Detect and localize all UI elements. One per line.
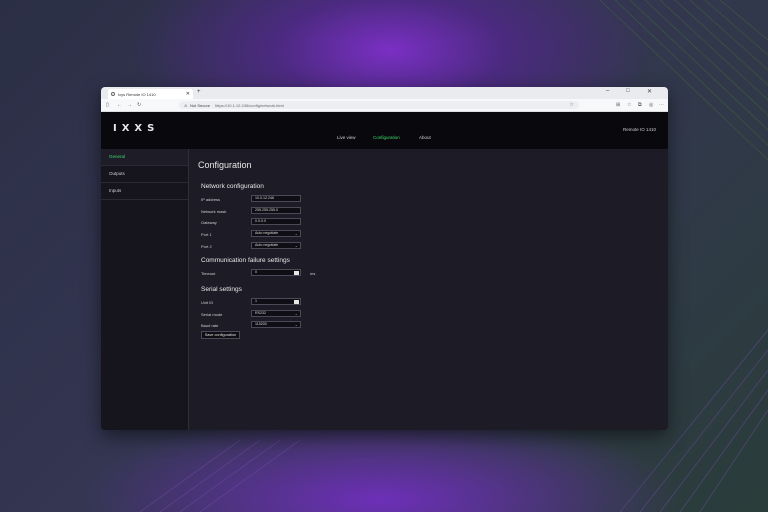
- gateway-label: Gateway: [201, 220, 217, 225]
- logo: IXXS: [113, 123, 160, 134]
- browser-tab[interactable]: Ixys Remote IO 1410 ✕: [108, 89, 193, 99]
- network-mask-label: Network mask: [201, 209, 227, 214]
- spinner-icon[interactable]: [294, 271, 299, 275]
- gateway-input[interactable]: 0.0.0.0: [251, 218, 301, 225]
- serial-mode-select[interactable]: RS232 ⌄: [251, 310, 301, 317]
- nav-live-view[interactable]: Live view: [337, 135, 356, 140]
- timeout-input[interactable]: 0: [251, 269, 301, 276]
- port2-label: Port 2: [201, 244, 212, 249]
- comm-failure-heading: Communication failure settings: [201, 257, 290, 264]
- timeout-label: Timeout: [201, 271, 216, 276]
- warning-icon: ⚠: [184, 103, 188, 108]
- port2-value: Auto negotiate: [255, 243, 279, 247]
- nav-about[interactable]: About: [419, 135, 431, 140]
- page-title: Configuration: [198, 160, 252, 170]
- timeout-unit: ms: [310, 271, 316, 276]
- close-tab-icon[interactable]: ✕: [186, 91, 190, 97]
- tab-title: Ixys Remote IO 1410: [118, 92, 156, 97]
- baud-rate-label: Baud rate: [201, 323, 219, 328]
- chevron-down-icon: ⌄: [294, 231, 298, 236]
- collections-icon[interactable]: ⧉: [638, 102, 642, 108]
- browser-window: Ixys Remote IO 1410 ✕ + – □ ✕ ▯ ← → ↻ ⚠ …: [101, 87, 668, 430]
- port1-select[interactable]: Auto negotiate ⌄: [251, 230, 301, 237]
- url-text: https://10.1.12.245/config/network.html: [215, 103, 284, 108]
- minimize-icon[interactable]: –: [606, 88, 609, 94]
- sidebar: General Outputs Inputs: [101, 149, 189, 430]
- nav-configuration[interactable]: Configuration: [373, 135, 400, 140]
- save-configuration-button[interactable]: Save configuration: [201, 331, 240, 339]
- network-heading: Network configuration: [201, 183, 264, 190]
- spinner-icon[interactable]: [294, 300, 299, 304]
- address-bar: ▯ ← → ↻ ⚠ Not Secure https://10.1.12.245…: [101, 99, 668, 112]
- device-id: Remote IO 1410: [622, 127, 656, 132]
- timeout-value: 0: [255, 270, 257, 274]
- network-mask-input[interactable]: 255.255.255.0: [251, 207, 301, 214]
- close-window-icon[interactable]: ✕: [647, 88, 652, 95]
- profile-icon[interactable]: ◎: [649, 102, 653, 108]
- chevron-down-icon: ⌄: [294, 243, 298, 248]
- star-icon[interactable]: ☆: [570, 102, 574, 108]
- ip-label: IP address: [201, 197, 221, 202]
- chevron-down-icon: ⌄: [294, 322, 298, 327]
- main-content: Configuration Network configuration IP a…: [189, 149, 668, 430]
- extensions-icon[interactable]: ⊞: [616, 102, 620, 108]
- url-field[interactable]: ⚠ Not Secure https://10.1.12.245/config/…: [179, 101, 579, 109]
- baud-rate-value: 115200: [255, 322, 267, 326]
- serial-mode-value: RS232: [255, 311, 266, 315]
- new-tab-icon[interactable]: +: [197, 89, 201, 95]
- security-label: Not Secure: [190, 103, 211, 108]
- reload-icon[interactable]: ↻: [137, 102, 141, 108]
- sidebar-toggle-icon[interactable]: ▯: [106, 102, 109, 108]
- back-icon[interactable]: ←: [117, 102, 122, 108]
- serial-heading: Serial settings: [201, 286, 242, 293]
- chevron-down-icon: ⌄: [294, 311, 298, 316]
- sidebar-item-general[interactable]: General: [101, 149, 188, 166]
- port1-label: Port 1: [201, 232, 212, 237]
- unit-id-value: 1: [255, 299, 257, 303]
- serial-mode-label: Serial mode: [201, 312, 223, 317]
- tab-bar: Ixys Remote IO 1410 ✕ + – □ ✕: [101, 87, 668, 99]
- port2-select[interactable]: Auto negotiate ⌄: [251, 242, 301, 249]
- ip-address-input[interactable]: 10.0.12.246: [251, 195, 301, 202]
- unit-id-input[interactable]: 1: [251, 298, 301, 305]
- baud-rate-select[interactable]: 115200 ⌄: [251, 321, 301, 328]
- forward-icon[interactable]: →: [127, 102, 132, 108]
- port1-value: Auto negotiate: [255, 231, 279, 235]
- favicon-icon: [111, 92, 115, 96]
- sidebar-item-inputs[interactable]: Inputs: [101, 183, 188, 200]
- menu-icon[interactable]: ⋯: [659, 102, 664, 108]
- app-header: IXXS Live view Configuration About Remot…: [101, 112, 668, 149]
- sidebar-item-outputs[interactable]: Outputs: [101, 166, 188, 183]
- unit-id-label: Unit ID: [201, 300, 214, 305]
- maximize-icon[interactable]: □: [626, 88, 630, 94]
- favorites-icon[interactable]: ☆: [627, 102, 631, 108]
